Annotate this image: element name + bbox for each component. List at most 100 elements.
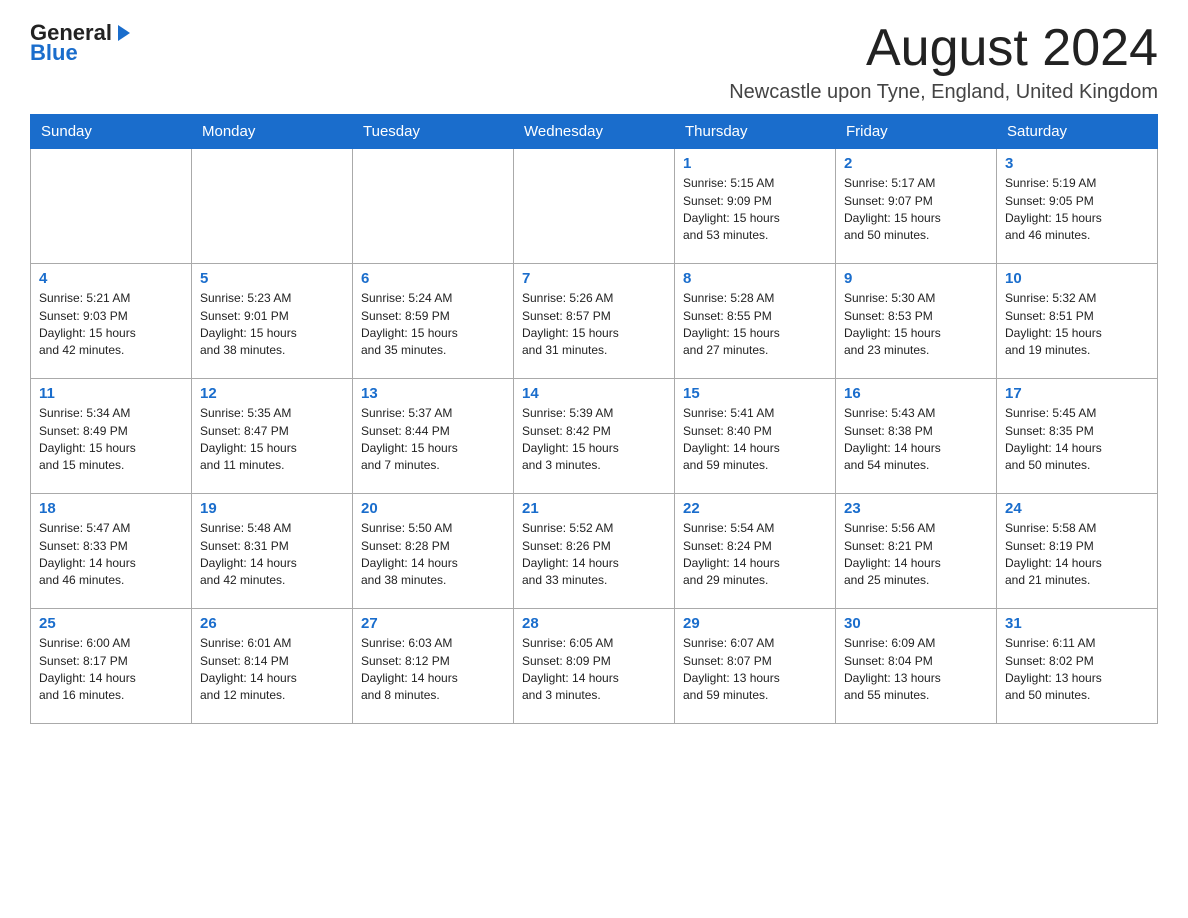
- day-number: 22: [683, 500, 827, 517]
- day-number: 9: [844, 270, 988, 287]
- day-number: 27: [361, 615, 505, 632]
- calendar-week-row: 4Sunrise: 5:21 AM Sunset: 9:03 PM Daylig…: [31, 264, 1158, 379]
- day-number: 1: [683, 155, 827, 172]
- day-info: Sunrise: 5:28 AM Sunset: 8:55 PM Dayligh…: [683, 290, 827, 360]
- day-number: 10: [1005, 270, 1149, 287]
- day-info: Sunrise: 5:26 AM Sunset: 8:57 PM Dayligh…: [522, 290, 666, 360]
- logo-blue-text: Blue: [30, 40, 78, 66]
- day-info: Sunrise: 5:56 AM Sunset: 8:21 PM Dayligh…: [844, 520, 988, 590]
- day-info: Sunrise: 5:45 AM Sunset: 8:35 PM Dayligh…: [1005, 405, 1149, 475]
- day-info: Sunrise: 5:41 AM Sunset: 8:40 PM Dayligh…: [683, 405, 827, 475]
- calendar-cell: 12 Sunrise: 5:35 AM Sunset: 8:47 PM Dayli…: [192, 379, 353, 494]
- calendar-cell: 26 Sunrise: 6:01 AM Sunset: 8:14 PM Dayli…: [192, 609, 353, 724]
- calendar-cell: 24 Sunrise: 5:58 AM Sunset: 8:19 PM Dayli…: [997, 494, 1158, 609]
- day-info: Sunrise: 5:34 AM Sunset: 8:49 PM Dayligh…: [39, 405, 183, 475]
- calendar-cell: 16 Sunrise: 5:43 AM Sunset: 8:38 PM Dayli…: [836, 379, 997, 494]
- day-number: 20: [361, 500, 505, 517]
- calendar-cell: 23 Sunrise: 5:56 AM Sunset: 8:21 PM Dayli…: [836, 494, 997, 609]
- day-number: 3: [1005, 155, 1149, 172]
- day-info: Sunrise: 5:35 AM Sunset: 8:47 PM Dayligh…: [200, 405, 344, 475]
- calendar-header-saturday: Saturday: [997, 115, 1158, 149]
- calendar-cell: 20 Sunrise: 5:50 AM Sunset: 8:28 PM Dayli…: [353, 494, 514, 609]
- day-info: Sunrise: 6:03 AM Sunset: 8:12 PM Dayligh…: [361, 635, 505, 705]
- day-info: Sunrise: 6:11 AM Sunset: 8:02 PM Dayligh…: [1005, 635, 1149, 705]
- day-number: 7: [522, 270, 666, 287]
- calendar-cell: 30 Sunrise: 6:09 AM Sunset: 8:04 PM Dayli…: [836, 609, 997, 724]
- calendar-cell: 13Sunrise: 5:37 AM Sunset: 8:44 PM Dayli…: [353, 379, 514, 494]
- calendar-week-row: 1Sunrise: 5:15 AM Sunset: 9:09 PM Daylig…: [31, 149, 1158, 264]
- day-number: 28: [522, 615, 666, 632]
- day-number: 12: [200, 385, 344, 402]
- calendar-cell: 8 Sunrise: 5:28 AM Sunset: 8:55 PM Daylig…: [675, 264, 836, 379]
- calendar-cell: 31 Sunrise: 6:11 AM Sunset: 8:02 PM Dayli…: [997, 609, 1158, 724]
- calendar-cell: 18 Sunrise: 5:47 AM Sunset: 8:33 PM Dayli…: [31, 494, 192, 609]
- day-info: Sunrise: 5:32 AM Sunset: 8:51 PM Dayligh…: [1005, 290, 1149, 360]
- calendar-cell: 29Sunrise: 6:07 AM Sunset: 8:07 PM Dayli…: [675, 609, 836, 724]
- day-number: 29: [683, 615, 827, 632]
- calendar-cell: 14 Sunrise: 5:39 AM Sunset: 8:42 PM Dayli…: [514, 379, 675, 494]
- month-title: August 2024: [729, 20, 1158, 77]
- logo: General Blue: [30, 20, 134, 66]
- day-info: Sunrise: 5:39 AM Sunset: 8:42 PM Dayligh…: [522, 405, 666, 475]
- day-number: 26: [200, 615, 344, 632]
- calendar-cell: 19Sunrise: 5:48 AM Sunset: 8:31 PM Dayli…: [192, 494, 353, 609]
- calendar-table: SundayMondayTuesdayWednesdayThursdayFrid…: [30, 114, 1158, 724]
- day-number: 18: [39, 500, 183, 517]
- day-number: 11: [39, 385, 183, 402]
- day-info: Sunrise: 5:50 AM Sunset: 8:28 PM Dayligh…: [361, 520, 505, 590]
- day-number: 16: [844, 385, 988, 402]
- day-info: Sunrise: 5:23 AM Sunset: 9:01 PM Dayligh…: [200, 290, 344, 360]
- day-info: Sunrise: 5:30 AM Sunset: 8:53 PM Dayligh…: [844, 290, 988, 360]
- day-info: Sunrise: 5:19 AM Sunset: 9:05 PM Dayligh…: [1005, 175, 1149, 245]
- calendar-cell: 11 Sunrise: 5:34 AM Sunset: 8:49 PM Dayli…: [31, 379, 192, 494]
- day-info: Sunrise: 5:54 AM Sunset: 8:24 PM Dayligh…: [683, 520, 827, 590]
- day-info: Sunrise: 6:09 AM Sunset: 8:04 PM Dayligh…: [844, 635, 988, 705]
- day-number: 30: [844, 615, 988, 632]
- day-number: 31: [1005, 615, 1149, 632]
- page-header: General Blue August 2024 Newcastle upon …: [30, 20, 1158, 104]
- calendar-cell: [514, 149, 675, 264]
- calendar-week-row: 25Sunrise: 6:00 AM Sunset: 8:17 PM Dayli…: [31, 609, 1158, 724]
- day-number: 23: [844, 500, 988, 517]
- day-number: 25: [39, 615, 183, 632]
- day-info: Sunrise: 5:47 AM Sunset: 8:33 PM Dayligh…: [39, 520, 183, 590]
- calendar-cell: 2 Sunrise: 5:17 AM Sunset: 9:07 PM Daylig…: [836, 149, 997, 264]
- day-number: 24: [1005, 500, 1149, 517]
- day-info: Sunrise: 5:21 AM Sunset: 9:03 PM Dayligh…: [39, 290, 183, 360]
- calendar-cell: 27 Sunrise: 6:03 AM Sunset: 8:12 PM Dayli…: [353, 609, 514, 724]
- day-info: Sunrise: 5:58 AM Sunset: 8:19 PM Dayligh…: [1005, 520, 1149, 590]
- day-number: 2: [844, 155, 988, 172]
- day-number: 15: [683, 385, 827, 402]
- calendar-cell: [353, 149, 514, 264]
- calendar-cell: 21Sunrise: 5:52 AM Sunset: 8:26 PM Dayli…: [514, 494, 675, 609]
- day-number: 5: [200, 270, 344, 287]
- calendar-cell: [31, 149, 192, 264]
- day-info: Sunrise: 5:48 AM Sunset: 8:31 PM Dayligh…: [200, 520, 344, 590]
- calendar-cell: 17 Sunrise: 5:45 AM Sunset: 8:35 PM Dayli…: [997, 379, 1158, 494]
- calendar-cell: 10 Sunrise: 5:32 AM Sunset: 8:51 PM Dayli…: [997, 264, 1158, 379]
- calendar-header-wednesday: Wednesday: [514, 115, 675, 149]
- calendar-cell: 4Sunrise: 5:21 AM Sunset: 9:03 PM Daylig…: [31, 264, 192, 379]
- calendar-header-tuesday: Tuesday: [353, 115, 514, 149]
- day-info: Sunrise: 5:37 AM Sunset: 8:44 PM Dayligh…: [361, 405, 505, 475]
- day-number: 8: [683, 270, 827, 287]
- calendar-cell: 22 Sunrise: 5:54 AM Sunset: 8:24 PM Dayli…: [675, 494, 836, 609]
- calendar-header-monday: Monday: [192, 115, 353, 149]
- calendar-header-sunday: Sunday: [31, 115, 192, 149]
- day-number: 6: [361, 270, 505, 287]
- day-info: Sunrise: 5:52 AM Sunset: 8:26 PM Dayligh…: [522, 520, 666, 590]
- day-number: 17: [1005, 385, 1149, 402]
- day-info: Sunrise: 6:01 AM Sunset: 8:14 PM Dayligh…: [200, 635, 344, 705]
- day-info: Sunrise: 5:24 AM Sunset: 8:59 PM Dayligh…: [361, 290, 505, 360]
- calendar-week-row: 11 Sunrise: 5:34 AM Sunset: 8:49 PM Dayli…: [31, 379, 1158, 494]
- calendar-cell: 7 Sunrise: 5:26 AM Sunset: 8:57 PM Daylig…: [514, 264, 675, 379]
- day-info: Sunrise: 5:43 AM Sunset: 8:38 PM Dayligh…: [844, 405, 988, 475]
- calendar-cell: 6 Sunrise: 5:24 AM Sunset: 8:59 PM Daylig…: [353, 264, 514, 379]
- calendar-cell: 15 Sunrise: 5:41 AM Sunset: 8:40 PM Dayli…: [675, 379, 836, 494]
- calendar-cell: [192, 149, 353, 264]
- day-number: 14: [522, 385, 666, 402]
- calendar-week-row: 18 Sunrise: 5:47 AM Sunset: 8:33 PM Dayli…: [31, 494, 1158, 609]
- day-info: Sunrise: 5:17 AM Sunset: 9:07 PM Dayligh…: [844, 175, 988, 245]
- calendar-cell: 3 Sunrise: 5:19 AM Sunset: 9:05 PM Daylig…: [997, 149, 1158, 264]
- logo-arrow-icon: [114, 23, 134, 43]
